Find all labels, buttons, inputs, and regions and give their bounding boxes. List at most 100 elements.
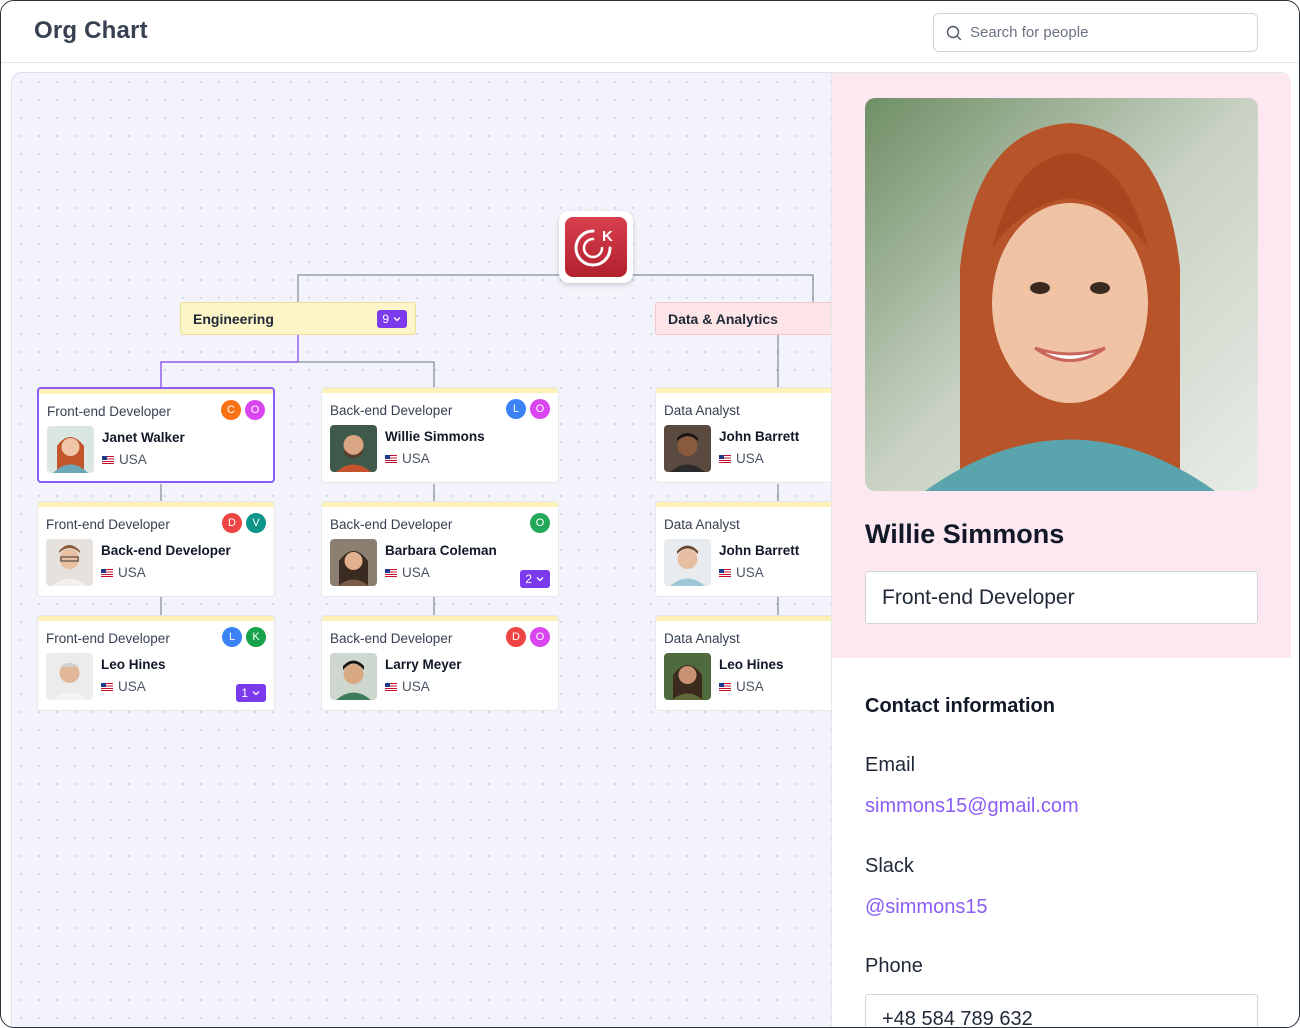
card-role: Data Analyst [664, 517, 740, 532]
card-person-name: Willie Simmons [385, 429, 485, 444]
card-role: Back-end Developer [330, 631, 453, 646]
employee-card[interactable]: Data Analyst John Barrett USA [655, 387, 831, 483]
pie-chart-icon: K [574, 228, 613, 267]
search-input[interactable] [970, 14, 1250, 51]
profile-role-text: Front-end Developer [882, 586, 1075, 609]
skill-badge: D [506, 627, 526, 647]
country-text: USA [118, 679, 146, 694]
avatar [330, 539, 377, 586]
avatar [330, 653, 377, 700]
avatar [664, 425, 711, 472]
card-person-name: Leo Hines [719, 657, 784, 672]
page-title: Org Chart [34, 17, 148, 44]
employee-card[interactable]: Front-end Developer C O Janet Walker USA [37, 387, 275, 483]
country-text: USA [402, 565, 430, 580]
app-header: Org Chart [1, 1, 1299, 63]
country-text: USA [736, 679, 764, 694]
card-country: USA [101, 679, 146, 694]
us-flag-icon [385, 568, 397, 577]
avatar [664, 539, 711, 586]
count-value: 1 [241, 686, 248, 700]
slack-link[interactable]: @simmons15 [865, 896, 988, 919]
phone-field[interactable]: +48 584 789 632 [865, 994, 1258, 1028]
skill-badge: L [222, 627, 242, 647]
email-label: Email [865, 754, 916, 776]
skill-badge: O [245, 400, 265, 420]
us-flag-icon [101, 682, 113, 691]
card-country: USA [385, 565, 430, 580]
skill-badge: K [246, 627, 266, 647]
employee-card[interactable]: Back-end Developer L O Willie Simmons US… [321, 387, 559, 483]
chevron-down-icon [536, 577, 544, 582]
employee-card[interactable]: Back-end Developer D O Larry Meyer USA [321, 615, 559, 711]
country-text: USA [736, 451, 764, 466]
employee-card[interactable]: Front-end Developer D V Back-end Develop… [37, 501, 275, 597]
card-person-name: John Barrett [719, 429, 800, 444]
us-flag-icon [719, 568, 731, 577]
card-role: Front-end Developer [46, 631, 170, 646]
card-badges: D O [506, 627, 550, 647]
card-country: USA [102, 452, 147, 467]
card-role: Data Analyst [664, 403, 740, 418]
country-text: USA [119, 452, 147, 467]
us-flag-icon [385, 682, 397, 691]
country-text: USA [402, 679, 430, 694]
svg-text:K: K [602, 228, 613, 245]
company-logo: K [565, 217, 627, 277]
us-flag-icon [719, 682, 731, 691]
org-chart-app: Org Chart K [0, 0, 1300, 1028]
count-value: 2 [525, 572, 532, 586]
us-flag-icon [385, 454, 397, 463]
profile-role-field[interactable]: Front-end Developer [865, 571, 1258, 624]
card-person-name: Larry Meyer [385, 657, 462, 672]
avatar [46, 653, 93, 700]
card-badges: D V [222, 513, 266, 533]
employee-card[interactable]: Back-end Developer O Barbara Coleman USA… [321, 501, 559, 597]
skill-badge: L [506, 399, 526, 419]
employee-card[interactable]: Data Analyst Leo Hines USA [655, 615, 831, 711]
employee-card[interactable]: Front-end Developer L K Leo Hines USA 1 [37, 615, 275, 711]
company-root-node[interactable]: K [559, 211, 633, 283]
card-person-name: Leo Hines [101, 657, 166, 672]
chevron-down-icon [252, 691, 260, 696]
search-icon [946, 25, 962, 41]
avatar [330, 425, 377, 472]
count-value: 9 [382, 312, 389, 326]
country-text: USA [118, 565, 146, 580]
phone-value: +48 584 789 632 [882, 1008, 1033, 1028]
country-text: USA [736, 565, 764, 580]
us-flag-icon [102, 455, 114, 464]
card-badges: C O [221, 400, 265, 420]
expand-reports-button[interactable]: 1 [236, 684, 266, 702]
card-role: Front-end Developer [46, 517, 170, 532]
org-chart-canvas[interactable]: K Engineering 9 Data & Analytics Front-e… [11, 72, 831, 1027]
card-badges: L O [506, 399, 550, 419]
department-name: Engineering [193, 311, 274, 327]
skill-badge: V [246, 513, 266, 533]
slack-label: Slack [865, 855, 914, 877]
expand-reports-button[interactable]: 2 [520, 570, 550, 588]
skill-badge: O [530, 513, 550, 533]
phone-label: Phone [865, 955, 923, 977]
avatar [47, 426, 94, 473]
card-person-name: Back-end Developer [101, 543, 231, 558]
card-country: USA [385, 679, 430, 694]
department-name: Data & Analytics [668, 311, 778, 327]
card-country: USA [719, 451, 764, 466]
avatar [46, 539, 93, 586]
department-engineering[interactable]: Engineering 9 [180, 302, 416, 335]
us-flag-icon [719, 454, 731, 463]
skill-badge: O [530, 627, 550, 647]
employee-card[interactable]: Data Analyst John Barrett USA [655, 501, 831, 597]
search-box[interactable] [933, 13, 1258, 52]
card-country: USA [385, 451, 430, 466]
email-link[interactable]: simmons15@gmail.com [865, 795, 1079, 818]
collapse-count-button[interactable]: 9 [377, 310, 407, 328]
department-data-analytics[interactable]: Data & Analytics [655, 302, 831, 335]
card-person-name: Barbara Coleman [385, 543, 497, 558]
profile-panel: Willie Simmons Front-end Developer Conta… [831, 72, 1291, 1028]
card-role: Front-end Developer [47, 404, 171, 419]
us-flag-icon [101, 568, 113, 577]
contact-heading: Contact information [865, 695, 1055, 717]
profile-photo [865, 98, 1258, 491]
